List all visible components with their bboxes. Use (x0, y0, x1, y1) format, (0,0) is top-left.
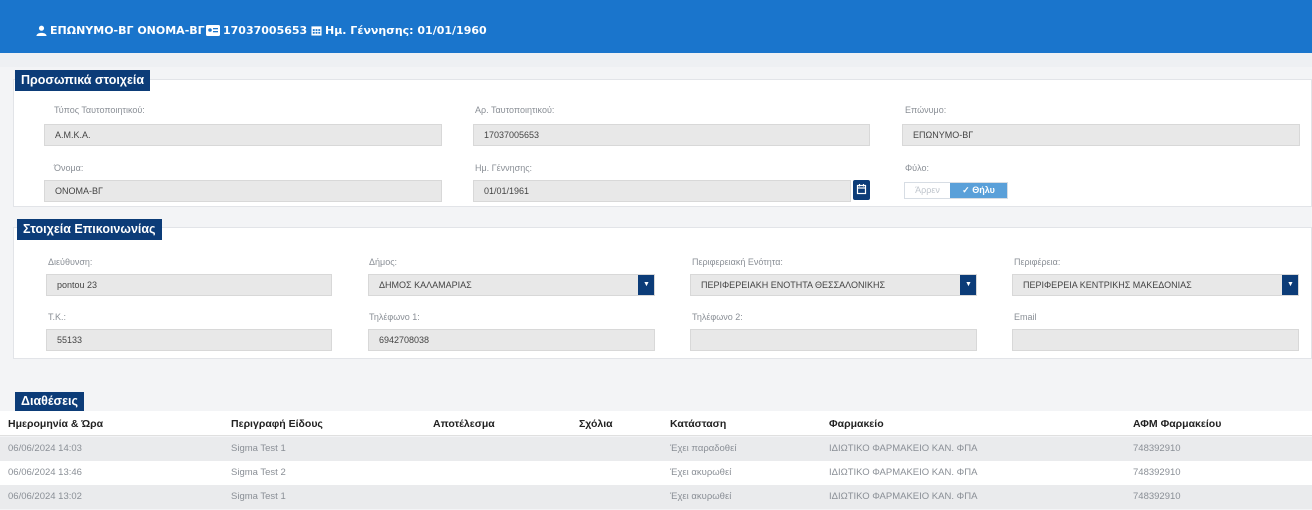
col-result[interactable]: Αποτέλεσμα (433, 418, 495, 430)
cell-status: Έχει παραδοθεί (670, 443, 737, 454)
id-card-icon (206, 25, 220, 36)
col-status[interactable]: Κατάσταση (670, 418, 726, 430)
col-description[interactable]: Περιγραφή Είδους (231, 418, 323, 430)
municipality-label: Δήμος: (369, 257, 398, 267)
patient-birthdate-item: Ημ. Γέννησης: 01/01/1960 (311, 24, 487, 37)
cell-pharmacy: ΙΔΙΩΤΙΚΟ ΦΑΡΜΑΚΕΙΟ ΚΑΝ. ΦΠΑ (829, 491, 978, 502)
regional-unit-label: Περιφερειακή Ενότητα: (692, 257, 783, 267)
postal-code-field[interactable]: 55133 (46, 329, 332, 351)
cell-pharmacy-vat: 748392910 (1133, 467, 1181, 478)
dispositions-title: Διαθέσεις (15, 392, 84, 411)
patient-id-item: 17037005653 (206, 24, 307, 37)
address-field[interactable]: pontou 23 (46, 274, 332, 296)
phone1-label: Τηλέφωνο 1: (369, 312, 420, 322)
caret-down-icon[interactable]: ▼ (638, 275, 654, 295)
cell-datetime: 06/06/2024 13:02 (8, 491, 82, 502)
birthdate-picker-button[interactable] (853, 180, 870, 200)
col-datetime[interactable]: Ημερομηνία & Ώρα (8, 418, 103, 430)
cell-pharmacy: ΙΔΙΩΤΙΚΟ ΦΑΡΜΑΚΕΙΟ ΚΑΝ. ΦΠΑ (829, 467, 978, 478)
calendar-icon (311, 26, 322, 36)
surname-field[interactable]: ΕΠΩΝΥΜΟ-ΒΓ (902, 124, 1300, 146)
email-label: Email (1014, 312, 1037, 322)
region-label: Περιφέρεια: (1014, 257, 1061, 267)
col-comments[interactable]: Σχόλια (579, 418, 613, 430)
sex-toggle: Άρρεν ✓ Θήλυ (904, 182, 1008, 199)
cell-description: Sigma Test 1 (231, 443, 286, 454)
patient-id-number: 17037005653 (223, 24, 308, 37)
id-type-field[interactable]: Α.Μ.Κ.Α. (44, 124, 442, 146)
caret-down-icon[interactable]: ▼ (1282, 275, 1298, 295)
regional-unit-select[interactable]: ΠΕΡΙΦΕΡΕΙΑΚΗ ΕΝΟΤΗΤΑ ΘΕΣΣΑΛΟΝΙΚΗΣ ▼ (690, 274, 977, 296)
cell-status: Έχει ακυρωθεί (670, 491, 732, 502)
user-icon (36, 25, 47, 36)
first-name-label: Όνομα: (54, 163, 84, 173)
regional-unit-value: ΠΕΡΙΦΕΡΕΙΑΚΗ ΕΝΟΤΗΤΑ ΘΕΣΣΑΛΟΝΙΚΗΣ (701, 280, 886, 290)
municipality-value: ΔΗΜΟΣ ΚΑΛΑΜΑΡΙΑΣ (379, 280, 472, 290)
cell-pharmacy-vat: 748392910 (1133, 491, 1181, 502)
table-row[interactable]: 06/06/2024 13:02 Sigma Test 1 Έχει ακυρω… (0, 485, 1312, 509)
col-pharmacy[interactable]: Φαρμακείο (829, 418, 884, 430)
col-pharmacy-vat[interactable]: ΑΦΜ Φαρμακείου (1133, 418, 1221, 430)
caret-down-icon[interactable]: ▼ (960, 275, 976, 295)
surname-label: Επώνυμο: (905, 105, 947, 115)
personal-info-title: Προσωπικά στοιχεία (15, 70, 151, 91)
sex-label: Φύλο: (905, 163, 929, 173)
address-label: Διεύθυνση: (48, 257, 93, 267)
contact-title: Στοιχεία Επικοινωνίας (17, 219, 162, 240)
cell-status: Έχει ακυρωθεί (670, 467, 732, 478)
phone2-field[interactable] (690, 329, 977, 351)
id-type-label: Τύπος Ταυτοποιητικού: (54, 105, 145, 115)
cell-pharmacy: ΙΔΙΩΤΙΚΟ ΦΑΡΜΑΚΕΙΟ ΚΑΝ. ΦΠΑ (829, 443, 978, 454)
birthdate-field[interactable]: 01/01/1961 (473, 180, 851, 202)
dispositions-table-header: Ημερομηνία & Ώρα Περιγραφή Είδους Αποτέλ… (0, 411, 1312, 436)
cell-datetime: 06/06/2024 13:46 (8, 467, 82, 478)
table-row[interactable]: 06/06/2024 13:46 Sigma Test 2 Έχει ακυρω… (0, 461, 1312, 485)
sex-option-male[interactable]: Άρρεν (905, 183, 950, 198)
check-icon: ✓ (962, 185, 973, 195)
patient-birthdate: Ημ. Γέννησης: 01/01/1960 (325, 24, 487, 37)
first-name-field[interactable]: ΟΝΟΜΑ-ΒΓ (44, 180, 442, 202)
phone1-field[interactable]: 6942708038 (368, 329, 655, 351)
cell-description: Sigma Test 1 (231, 491, 286, 502)
patient-header-bar: ΕΠΩΝΥΜΟ-ΒΓ ΟΝΟΜΑ-ΒΓ 17037005653 Ημ. Γένν… (0, 0, 1312, 53)
cell-pharmacy-vat: 748392910 (1133, 443, 1181, 454)
cell-datetime: 06/06/2024 14:03 (8, 443, 82, 454)
cell-description: Sigma Test 2 (231, 467, 286, 478)
sex-option-female[interactable]: ✓ Θήλυ (950, 183, 1007, 198)
id-number-label: Αρ. Ταυτοποιητικού: (475, 105, 555, 115)
email-field[interactable] (1012, 329, 1299, 351)
id-number-field[interactable]: 17037005653 (473, 124, 870, 146)
patient-name: ΕΠΩΝΥΜΟ-ΒΓ ΟΝΟΜΑ-ΒΓ (50, 24, 205, 37)
region-value: ΠΕΡΙΦΕΡΕΙΑ ΚΕΝΤΡΙΚΗΣ ΜΑΚΕΔΟΝΙΑΣ (1023, 280, 1192, 290)
sex-option-female-label: Θήλυ (972, 185, 995, 195)
table-row[interactable]: 06/06/2024 14:03 Sigma Test 1 Έχει παραδ… (0, 437, 1312, 461)
birthdate-label: Ημ. Γέννησης: (475, 163, 533, 173)
postal-code-label: Τ.Κ.: (48, 312, 67, 322)
municipality-select[interactable]: ΔΗΜΟΣ ΚΑΛΑΜΑΡΙΑΣ ▼ (368, 274, 655, 296)
header-subbar (0, 53, 1312, 67)
calendar-icon (856, 184, 867, 195)
phone2-label: Τηλέφωνο 2: (692, 312, 743, 322)
region-select[interactable]: ΠΕΡΙΦΕΡΕΙΑ ΚΕΝΤΡΙΚΗΣ ΜΑΚΕΔΟΝΙΑΣ ▼ (1012, 274, 1299, 296)
patient-name-item: ΕΠΩΝΥΜΟ-ΒΓ ΟΝΟΜΑ-ΒΓ (36, 24, 205, 37)
